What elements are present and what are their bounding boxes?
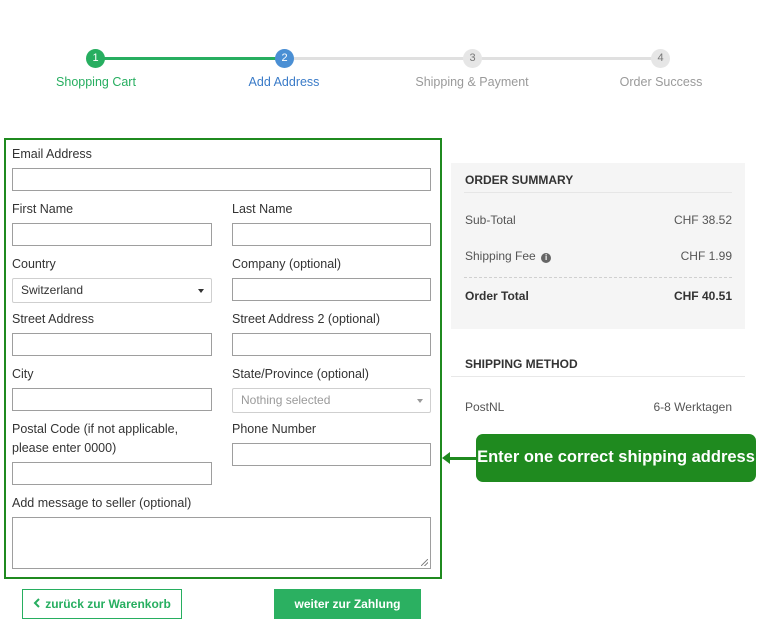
shipping-fee-label: Shipping Fee bbox=[465, 249, 536, 263]
shipping-carrier: PostNL bbox=[465, 400, 505, 414]
first-name-label: First Name bbox=[12, 202, 74, 216]
company-label: Company (optional) bbox=[232, 257, 342, 271]
info-icon[interactable]: i bbox=[541, 253, 552, 263]
postal-input[interactable] bbox=[12, 462, 212, 485]
last-name-label: Last Name bbox=[232, 202, 293, 216]
step-2-label: Add Address bbox=[248, 75, 320, 89]
step-4-label: Order Success bbox=[619, 75, 703, 89]
company-input[interactable] bbox=[232, 278, 431, 301]
last-name-input[interactable] bbox=[232, 223, 431, 246]
email-label: Email Address bbox=[12, 147, 92, 161]
order-total-row: Order Total CHF 40.51 bbox=[465, 289, 732, 303]
order-total-value: CHF 40.51 bbox=[673, 289, 732, 303]
subtotal-value: CHF 38.52 bbox=[673, 213, 732, 227]
divider bbox=[464, 192, 732, 193]
order-summary-title: ORDER SUMMARY bbox=[465, 173, 574, 187]
shipping-method-row: PostNL 6-8 Werktagen bbox=[465, 400, 732, 414]
street-label: Street Address bbox=[12, 312, 94, 326]
message-label: Add message to seller (optional) bbox=[12, 496, 192, 510]
order-summary: ORDER SUMMARY Sub-Total CHF 38.52 Shippi… bbox=[451, 163, 745, 329]
step-2-number: 2 bbox=[275, 49, 294, 68]
step-3-number: 3 bbox=[463, 49, 482, 68]
step-1-label[interactable]: Shopping Cart bbox=[16, 75, 176, 89]
step-3-label: Shipping & Payment bbox=[415, 75, 529, 89]
street2-input[interactable] bbox=[232, 333, 431, 356]
city-input[interactable] bbox=[12, 388, 212, 411]
message-textarea[interactable] bbox=[12, 517, 431, 569]
state-select-value: Nothing selected bbox=[241, 393, 331, 407]
chevron-left-icon bbox=[33, 590, 41, 618]
step-connector-3 bbox=[472, 57, 661, 60]
divider bbox=[451, 376, 745, 377]
back-to-cart-button[interactable]: zurück zur Warenkorb bbox=[22, 589, 182, 619]
step-connector-1 bbox=[96, 57, 284, 60]
subtotal-row: Sub-Total CHF 38.52 bbox=[465, 213, 732, 227]
continue-to-payment-button[interactable]: weiter zur Zahlung bbox=[274, 589, 421, 619]
annotation-callout: Enter one correct shipping address bbox=[476, 434, 756, 482]
country-select[interactable]: Switzerland bbox=[12, 278, 212, 303]
arrow-left-icon bbox=[442, 452, 450, 464]
shipping-fee-value: CHF 1.99 bbox=[680, 249, 732, 263]
email-input[interactable] bbox=[12, 168, 431, 191]
shipping-duration: 6-8 Werktagen bbox=[653, 400, 733, 414]
step-1-number[interactable]: 1 bbox=[86, 49, 105, 68]
phone-label: Phone Number bbox=[232, 422, 317, 436]
order-total-label: Order Total bbox=[465, 289, 529, 303]
caret-down-icon bbox=[198, 289, 204, 293]
country-select-value: Switzerland bbox=[21, 283, 84, 297]
subtotal-label: Sub-Total bbox=[465, 213, 516, 227]
shipping-fee-row: Shipping Fee i CHF 1.99 bbox=[465, 249, 732, 263]
first-name-input[interactable] bbox=[12, 223, 212, 246]
step-4-number: 4 bbox=[651, 49, 670, 68]
city-label: City bbox=[12, 367, 34, 381]
street2-label: Street Address 2 (optional) bbox=[232, 312, 380, 326]
state-label: State/Province (optional) bbox=[232, 367, 369, 381]
phone-input[interactable] bbox=[232, 443, 431, 466]
step-connector-2 bbox=[284, 57, 472, 60]
divider bbox=[464, 277, 732, 278]
checkout-stepper: 1 2 3 4 Shopping Cart Add Address Shippi… bbox=[0, 0, 758, 100]
shipping-method-title: SHIPPING METHOD bbox=[465, 357, 578, 371]
street-input[interactable] bbox=[12, 333, 212, 356]
state-select[interactable]: Nothing selected bbox=[232, 388, 431, 413]
country-label: Country bbox=[12, 257, 56, 271]
resize-handle-icon[interactable] bbox=[421, 559, 428, 566]
back-to-cart-label: zurück zur Warenkorb bbox=[45, 597, 171, 611]
callout-arrow bbox=[446, 457, 477, 460]
postal-label: Postal Code (if not applicable, please e… bbox=[12, 422, 179, 455]
caret-down-icon bbox=[417, 399, 423, 403]
